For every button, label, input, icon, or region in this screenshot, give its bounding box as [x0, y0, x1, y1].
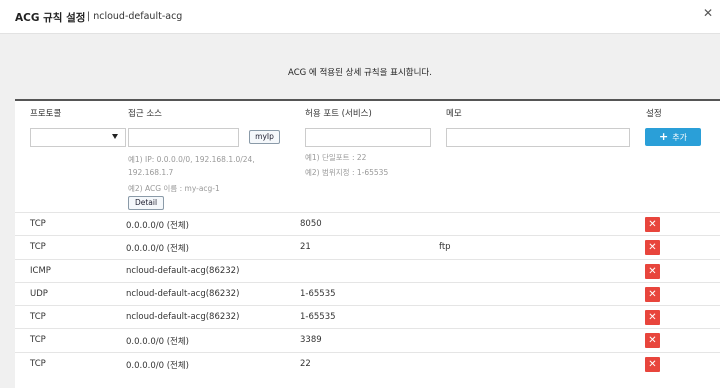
delete-rule-button[interactable]: ✕ [645, 310, 660, 326]
acg-name-label: | ncloud-default-acg [87, 11, 183, 22]
column-header-memo: 메모 [446, 109, 462, 119]
table-row: UDP ncloud-default-acg(86232) 1-65535 ✕ [15, 281, 720, 305]
table-row: TCP 0.0.0.0/0 (전체) 21 ftp ✕ [15, 235, 720, 258]
port-hint-2: 예2) 범위지정 : 1-65535 [305, 168, 389, 177]
rule-source: 0.0.0.0/0 (전체) [126, 221, 189, 231]
rule-port: 22 [300, 358, 311, 369]
column-header-settings: 설정 [646, 109, 662, 119]
rule-source: ncloud-default-acg(86232) [126, 265, 240, 276]
delete-rule-button[interactable]: ✕ [645, 240, 660, 256]
rule-protocol: TCP [30, 335, 46, 346]
rule-source: 0.0.0.0/0 (전체) [126, 244, 189, 255]
source-hint-1: 예1) IP: 0.0.0.0/0, 192.168.1.0/24, [128, 155, 255, 164]
rule-source: 0.0.0.0/0 (전체) [126, 360, 189, 371]
rule-protocol: TCP [30, 219, 46, 229]
close-icon[interactable]: ✕ [701, 6, 715, 20]
memo-input[interactable] [446, 128, 630, 147]
source-hint-3: 예2) ACG 이름 : my-acg-1 [128, 184, 220, 193]
table-row: TCP 0.0.0.0/0 (전체) 22 ✕ [15, 351, 720, 375]
myip-button[interactable]: myIp [249, 130, 280, 144]
rule-port: 1-65535 [300, 288, 336, 299]
add-rule-button[interactable]: + 추가 [645, 128, 701, 146]
column-header-protocol: 프로토콜 [30, 109, 62, 119]
column-header-source: 접근 소스 [128, 109, 162, 119]
source-hint-2: 192.168.1.7 [128, 168, 174, 177]
rule-source: ncloud-default-acg(86232) [126, 312, 240, 323]
table-row: TCP 0.0.0.0/0 (전체) 3389 ✕ [15, 328, 720, 351]
modal-header: ACG 규칙 설정 | ncloud-default-acg ✕ [0, 0, 720, 34]
add-button-label: 추가 [672, 133, 687, 142]
rule-source: 0.0.0.0/0 (전체) [126, 337, 189, 348]
modal-title: ACG 규칙 설정 [15, 12, 86, 24]
rule-source: ncloud-default-acg(86232) [126, 288, 240, 299]
delete-rule-button[interactable]: ✕ [645, 333, 660, 349]
port-hint-1: 예1) 단일포트 : 22 [305, 153, 367, 162]
protocol-select[interactable] [30, 128, 126, 147]
page-description: ACG 에 적용된 상세 규칙을 표시합니다. [288, 68, 432, 78]
port-input[interactable] [305, 128, 431, 147]
rule-port: 3389 [300, 335, 322, 346]
detail-button[interactable]: Detail [128, 196, 164, 210]
rule-port: 8050 [300, 219, 322, 229]
rule-protocol: UDP [30, 288, 48, 299]
table-row: TCP 0.0.0.0/0 (전체) 8050 ✕ [15, 212, 720, 235]
rule-memo: ftp [439, 242, 451, 253]
delete-rule-button[interactable]: ✕ [645, 286, 660, 302]
column-header-port: 허용 포트 (서비스) [305, 109, 372, 119]
table-row: ICMP ncloud-default-acg(86232) ✕ [15, 258, 720, 282]
rule-port: 21 [300, 242, 311, 253]
rule-protocol: ICMP [30, 265, 51, 276]
rule-port: 1-65535 [300, 312, 336, 323]
rule-protocol: TCP [30, 242, 46, 253]
source-input[interactable] [128, 128, 239, 147]
rule-protocol: TCP [30, 358, 46, 369]
delete-rule-button[interactable]: ✕ [645, 356, 660, 372]
plus-icon: + [659, 130, 669, 143]
table-row: TCP ncloud-default-acg(86232) 1-65535 ✕ [15, 305, 720, 328]
chevron-down-icon [112, 134, 118, 139]
rules-table: TCP 0.0.0.0/0 (전체) 8050 ✕ TCP 0.0.0.0/0 … [15, 212, 720, 375]
delete-rule-button[interactable]: ✕ [645, 217, 660, 232]
delete-rule-button[interactable]: ✕ [645, 263, 660, 279]
rule-protocol: TCP [30, 312, 46, 323]
acg-rules-panel: 프로토콜 접근 소스 허용 포트 (서비스) 메모 설정 myIp 예1) IP… [15, 99, 720, 388]
